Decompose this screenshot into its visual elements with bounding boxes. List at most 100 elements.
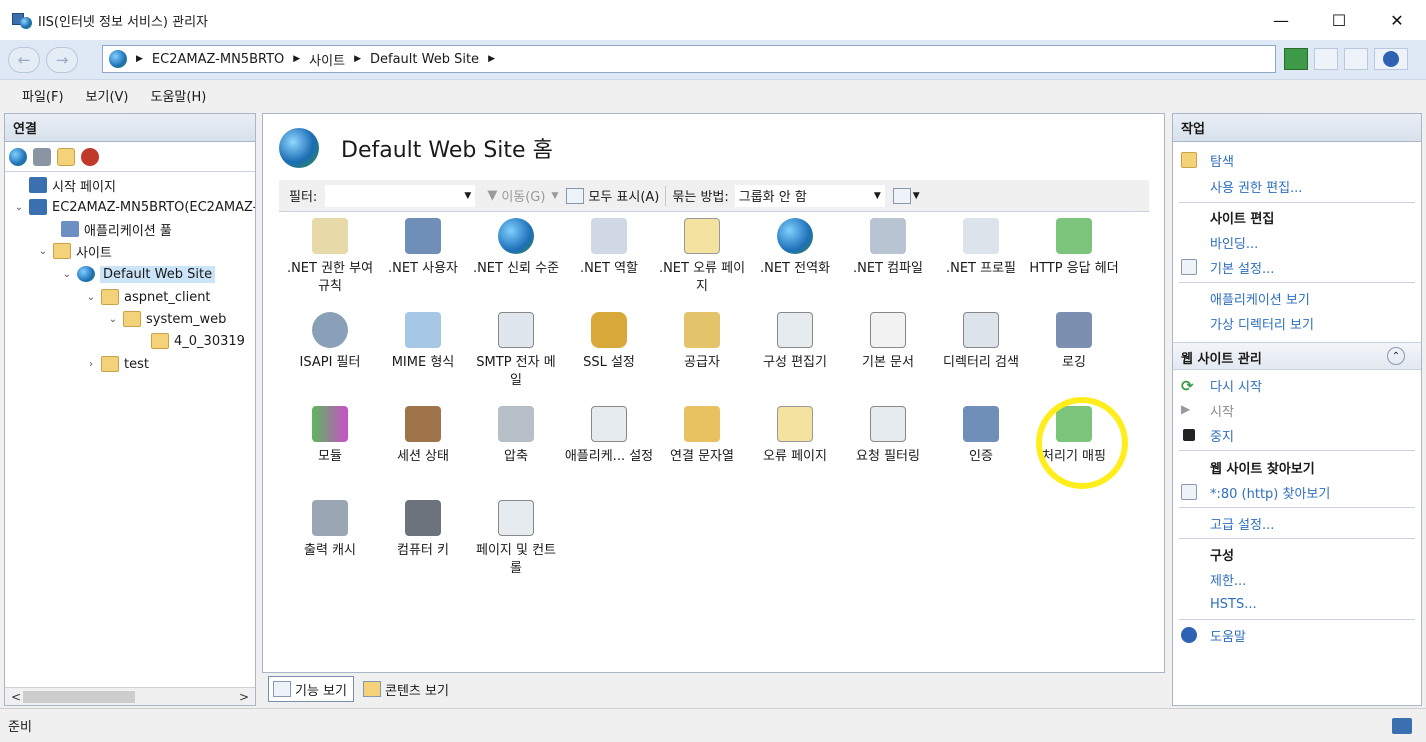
tree-horizontal-scrollbar[interactable]: < >	[5, 687, 255, 705]
refresh-icon[interactable]	[1284, 48, 1308, 70]
group-by-select[interactable]: 그룹화 안 함 ▼	[734, 184, 885, 207]
feature-smtp-email[interactable]: SMTP 전자 메일	[471, 312, 561, 390]
feature-machine-key[interactable]: 컴퓨터 키	[378, 500, 468, 560]
feature-net-trust-levels[interactable]: .NET 신뢰 수준	[471, 218, 561, 278]
show-all-icon	[566, 187, 585, 204]
filter-input[interactable]: ▼	[325, 184, 476, 207]
breadcrumb-item[interactable]: Default Web Site ▶	[370, 52, 504, 67]
status-text: 준비	[8, 720, 32, 735]
feature-net-users[interactable]: .NET 사용자	[378, 218, 468, 278]
feature-output-caching[interactable]: 출력 캐시	[285, 500, 375, 560]
feature-net-compilation[interactable]: .NET 컴파일	[843, 218, 933, 278]
stop-icon[interactable]	[1314, 48, 1338, 70]
tree-item-default-web-site[interactable]: ⌄ Default Web Site	[61, 263, 216, 285]
action-restart[interactable]: ⟳ 다시 시작	[1173, 373, 1421, 397]
collapse-icon[interactable]: ⌄	[37, 246, 49, 257]
feature-providers[interactable]: 공급자	[657, 312, 747, 372]
tree-item-system-web[interactable]: ⌄ system_web	[107, 308, 226, 330]
back-button[interactable]: ←	[8, 47, 40, 73]
connect-icon[interactable]	[9, 147, 27, 166]
feature-compression[interactable]: 압축	[471, 406, 561, 466]
manage-website-section-header[interactable]: 웹 사이트 관리 ⌃	[1173, 342, 1421, 370]
action-stop[interactable]: 중지	[1173, 423, 1421, 447]
action-basic-settings[interactable]: 기본 설정...	[1173, 255, 1421, 279]
feature-net-error-pages[interactable]: .NET 오류 페이지	[657, 218, 747, 296]
feature-directory-browsing[interactable]: 디렉터리 검색	[936, 312, 1026, 372]
feature-application-settings[interactable]: 애플리케... 설정	[564, 406, 654, 466]
feature-net-authorization[interactable]: .NET 권한 부여 규칙	[285, 218, 375, 296]
tree-item-start-page[interactable]: 시작 페이지	[13, 174, 116, 196]
view-mode-dropdown-icon[interactable]: ▼	[913, 191, 920, 201]
collapse-icon[interactable]: ⌄	[61, 269, 73, 280]
expand-icon[interactable]: ›	[85, 359, 97, 370]
tab-features-view[interactable]: 기능 보기	[268, 676, 354, 702]
address-bar[interactable]: ▶ EC2AMAZ-MN5BRTO ▶ 사이트 ▶ Default Web Site…	[102, 45, 1276, 73]
breadcrumb-item[interactable]: EC2AMAZ-MN5BRTO ▶	[152, 52, 309, 67]
action-help[interactable]: 도움말	[1173, 623, 1421, 647]
feature-session-state[interactable]: 세션 상태	[378, 406, 468, 466]
action-view-virtual-directories[interactable]: 가상 디렉터리 보기	[1173, 311, 1421, 335]
action-hsts[interactable]: HSTS...	[1173, 592, 1421, 616]
up-folder-icon[interactable]	[57, 147, 75, 166]
feature-modules[interactable]: 모듈	[285, 406, 375, 466]
collapse-icon[interactable]: ⌄	[13, 202, 25, 213]
window-title: IIS(인터넷 정보 서비스) 관리자	[38, 14, 209, 30]
action-edit-permissions[interactable]: 사용 권한 편집...	[1173, 174, 1421, 198]
action-view-applications[interactable]: 애플리케이션 보기	[1173, 286, 1421, 310]
feature-authentication[interactable]: 인증	[936, 406, 1026, 466]
feature-handler-mappings[interactable]: 처리기 매핑	[1029, 406, 1119, 466]
feature-http-response-headers[interactable]: HTTP 응답 헤더	[1029, 218, 1119, 278]
action-explore[interactable]: 탐색	[1173, 148, 1421, 172]
collapse-icon[interactable]: ⌄	[85, 292, 97, 303]
feature-request-filtering[interactable]: 요청 필터링	[843, 406, 933, 466]
go-dropdown-icon[interactable]: ▼	[551, 191, 558, 201]
feature-net-profile[interactable]: .NET 프로필	[936, 218, 1026, 278]
tree-item-sites[interactable]: ⌄ 사이트	[37, 240, 112, 262]
menu-help[interactable]: 도움말(H)	[151, 86, 207, 105]
forward-button[interactable]: →	[46, 47, 78, 73]
close-button[interactable]: ✕	[1368, 0, 1426, 40]
tree-item-4-0-30319[interactable]: 4_0_30319	[135, 330, 245, 352]
help-icon[interactable]	[1374, 48, 1408, 70]
feature-ssl-settings[interactable]: SSL 설정	[564, 312, 654, 372]
feature-error-pages[interactable]: 오류 페이지	[750, 406, 840, 466]
maximize-button[interactable]: ☐	[1310, 0, 1368, 40]
feature-mime-types[interactable]: MIME 형식	[378, 312, 468, 372]
action-start[interactable]: ▶ 시작	[1173, 398, 1421, 422]
save-icon[interactable]	[33, 147, 51, 166]
connections-toolbar	[5, 142, 255, 172]
breadcrumb-item[interactable]: 사이트 ▶	[309, 50, 370, 69]
collapse-icon[interactable]: ⌄	[107, 314, 119, 325]
collapse-section-icon[interactable]: ⌃	[1387, 347, 1405, 365]
feature-logging[interactable]: 로깅	[1029, 312, 1119, 372]
feature-configuration-editor[interactable]: 구성 편집기	[750, 312, 840, 372]
config-editor-icon	[777, 312, 813, 348]
scroll-left-arrow[interactable]: <	[11, 690, 21, 704]
go-button[interactable]: 이동(G)	[501, 186, 545, 205]
tree-item-app-pools[interactable]: 애플리케이션 풀	[45, 218, 172, 240]
menu-file[interactable]: 파일(F)	[22, 86, 64, 105]
actions-panel: 작업 탐색 사용 권한 편집... 사이트 편집 바인딩... 기본 설정...…	[1172, 113, 1422, 706]
action-browse-80[interactable]: *:80 (http) 찾아보기	[1173, 480, 1421, 504]
tree-item-server[interactable]: ⌄EC2AMAZ-MN5BRTO(EC2AMAZ-MN5BRTO\Adminis…	[13, 196, 255, 218]
scroll-right-arrow[interactable]: >	[239, 690, 249, 704]
tab-content-view[interactable]: 콘텐츠 보기	[358, 676, 456, 702]
feature-isapi-filters[interactable]: ISAPI 필터	[285, 312, 375, 372]
feature-connection-strings[interactable]: 연결 문자열	[657, 406, 747, 466]
disconnect-icon[interactable]	[81, 147, 99, 166]
home-icon[interactable]	[1344, 48, 1368, 70]
action-bindings[interactable]: 바인딩...	[1173, 230, 1421, 254]
action-limits[interactable]: 제한...	[1173, 567, 1421, 591]
minimize-button[interactable]: —	[1252, 0, 1310, 40]
feature-net-globalization[interactable]: .NET 전역화	[750, 218, 840, 278]
tree-item-test[interactable]: › test	[85, 353, 149, 375]
show-all-button[interactable]: 모두 표시(A)	[588, 186, 659, 205]
menu-view[interactable]: 보기(V)	[86, 86, 129, 105]
view-mode-icon[interactable]	[892, 187, 911, 204]
feature-pages-and-controls[interactable]: 페이지 및 컨트롤	[471, 500, 561, 578]
feature-net-roles[interactable]: .NET 역할	[564, 218, 654, 278]
scrollbar-thumb[interactable]	[23, 691, 135, 703]
action-advanced-settings[interactable]: 고급 설정...	[1173, 511, 1421, 535]
tree-item-aspnet-client[interactable]: ⌄ aspnet_client	[85, 286, 211, 308]
feature-default-document[interactable]: 기본 문서	[843, 312, 933, 372]
